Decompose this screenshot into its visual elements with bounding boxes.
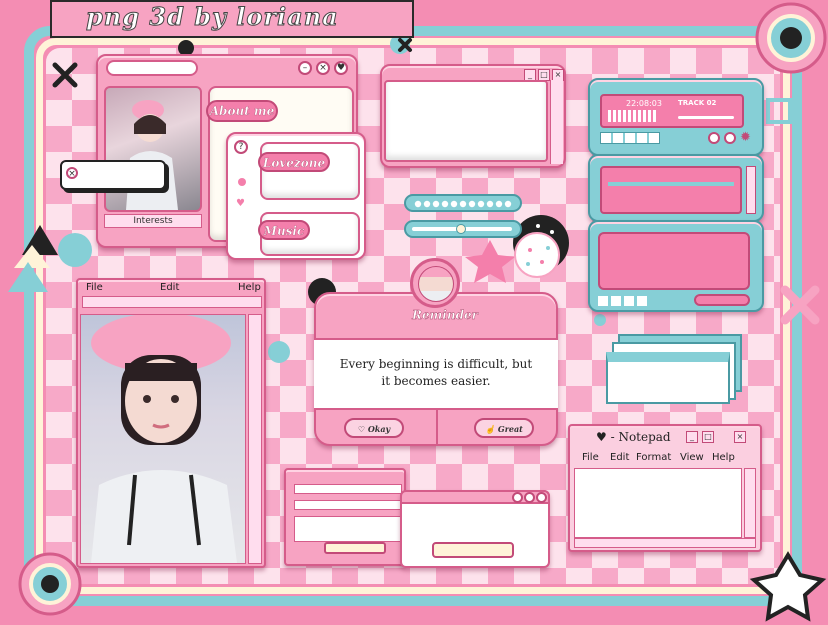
scrollbar[interactable] bbox=[550, 80, 563, 164]
photo-window: File Edit Help bbox=[76, 278, 266, 568]
menu-file[interactable]: File bbox=[86, 282, 103, 293]
help-icon[interactable] bbox=[512, 492, 523, 503]
okay-button[interactable]: ♡ Okay bbox=[344, 418, 404, 438]
playlist-window bbox=[588, 154, 764, 222]
player-track: TRACK 02 bbox=[678, 99, 717, 107]
scrollbar[interactable] bbox=[746, 166, 756, 214]
player-time: 22:08:03 bbox=[626, 99, 662, 108]
great-label: Great bbox=[497, 424, 523, 434]
video-button[interactable] bbox=[694, 294, 750, 306]
scrollbar[interactable] bbox=[248, 314, 262, 564]
eq-icon[interactable] bbox=[724, 132, 736, 144]
close-icon[interactable]: × bbox=[66, 167, 78, 179]
portrait-illustration bbox=[126, 100, 178, 210]
heart-icon: ♥ bbox=[596, 430, 611, 444]
reminder-window: Reminder Every beginning is difficult, b… bbox=[314, 292, 558, 446]
profile-photo bbox=[104, 86, 202, 212]
menu-file[interactable]: File bbox=[582, 452, 599, 463]
horizontal-scrollbar[interactable] bbox=[574, 538, 756, 548]
scrollbar[interactable] bbox=[744, 468, 756, 538]
player-display: 22:08:03 TRACK 02 bbox=[600, 94, 744, 128]
page-title: png 3d by loriana bbox=[86, 2, 339, 32]
heart-icon: ♥ bbox=[236, 198, 245, 209]
reminder-avatar bbox=[410, 258, 460, 308]
music-button[interactable]: Music bbox=[258, 220, 310, 240]
okay-label: Okay bbox=[367, 424, 391, 434]
close-icon[interactable]: × bbox=[316, 61, 330, 75]
form-submit-button[interactable] bbox=[324, 542, 386, 554]
form-field-3[interactable] bbox=[294, 516, 402, 542]
portrait-illustration bbox=[91, 313, 237, 563]
close-icon[interactable]: × bbox=[734, 431, 746, 443]
minimize-icon[interactable] bbox=[524, 492, 535, 503]
address-bar[interactable] bbox=[106, 60, 198, 76]
transport-buttons[interactable] bbox=[600, 132, 660, 144]
notepad-title-text: - Notepad bbox=[610, 430, 671, 444]
toolbar bbox=[82, 296, 262, 308]
music-player: 22:08:03 TRACK 02 ✹ bbox=[588, 78, 764, 156]
slider-dots bbox=[414, 200, 512, 208]
form-window bbox=[284, 468, 406, 566]
video-window bbox=[588, 220, 764, 312]
playlist-bar bbox=[608, 182, 734, 186]
question-icon[interactable]: ? bbox=[234, 140, 248, 154]
divider bbox=[436, 410, 438, 444]
dots-slider[interactable] bbox=[404, 194, 522, 212]
star-pink bbox=[465, 240, 515, 283]
blank-panel bbox=[384, 80, 548, 162]
close-icon[interactable] bbox=[536, 492, 547, 503]
minimize-icon[interactable]: – bbox=[298, 61, 312, 75]
notepad-window: ♥ - Notepad _ □ × File Edit Format View … bbox=[568, 424, 762, 552]
menu-edit[interactable]: Edit bbox=[610, 452, 629, 463]
heart-icon[interactable]: ♥ bbox=[334, 61, 348, 75]
notice-window: × bbox=[60, 160, 166, 190]
blank-window: _ □ × bbox=[380, 64, 566, 168]
dialog-window bbox=[400, 490, 550, 568]
form-field-1[interactable] bbox=[294, 484, 402, 494]
dot-icon bbox=[238, 178, 246, 186]
about-me-button[interactable]: About me bbox=[206, 100, 278, 122]
great-button[interactable]: ☝ Great bbox=[474, 418, 534, 438]
lovezone-button[interactable]: Lovezone bbox=[258, 152, 330, 172]
minimize-icon[interactable]: _ bbox=[686, 431, 698, 443]
x-shape bbox=[780, 285, 820, 325]
menu-format[interactable]: Format bbox=[636, 452, 671, 463]
slider-handle[interactable] bbox=[456, 224, 466, 234]
dialog-ok-button[interactable] bbox=[432, 542, 514, 558]
notepad-title: ♥ - Notepad bbox=[596, 430, 671, 444]
notepad-menu: File Edit Format View Help bbox=[574, 450, 758, 466]
menu-view[interactable]: View bbox=[680, 452, 704, 463]
ball-teal bbox=[58, 233, 92, 267]
form-field-2[interactable] bbox=[294, 500, 402, 510]
equalizer bbox=[608, 110, 658, 122]
video-panel bbox=[598, 232, 750, 290]
triangle-black bbox=[22, 225, 58, 255]
photo bbox=[80, 313, 246, 564]
menu-help[interactable]: Help bbox=[238, 282, 261, 293]
maximize-icon[interactable]: □ bbox=[702, 431, 714, 443]
reminder-body: Every beginning is difficult, but it bec… bbox=[314, 338, 558, 410]
stack-card-front bbox=[606, 352, 730, 404]
dotted-ball-light bbox=[514, 232, 560, 278]
star-outline bbox=[749, 551, 827, 622]
playlist-panel bbox=[600, 166, 742, 214]
notepad-textarea[interactable] bbox=[574, 468, 742, 538]
links-window: ? ♥ Lovezone Music bbox=[226, 132, 366, 260]
heart-icon: ♡ bbox=[357, 424, 368, 434]
thumbs-up-icon: ☝ bbox=[485, 424, 498, 434]
reminder-message: Every beginning is difficult, but it bec… bbox=[339, 357, 533, 388]
reminder-title: Reminder bbox=[412, 308, 478, 322]
video-controls[interactable] bbox=[598, 296, 650, 306]
gear-icon[interactable]: ✹ bbox=[740, 130, 751, 145]
volume-slider[interactable] bbox=[404, 220, 522, 238]
menu-help[interactable]: Help bbox=[712, 452, 735, 463]
playlist-icon[interactable] bbox=[708, 132, 720, 144]
menu-edit[interactable]: Edit bbox=[160, 282, 179, 293]
interests-label[interactable]: Interests bbox=[104, 214, 202, 228]
seek-bar[interactable] bbox=[678, 116, 734, 119]
